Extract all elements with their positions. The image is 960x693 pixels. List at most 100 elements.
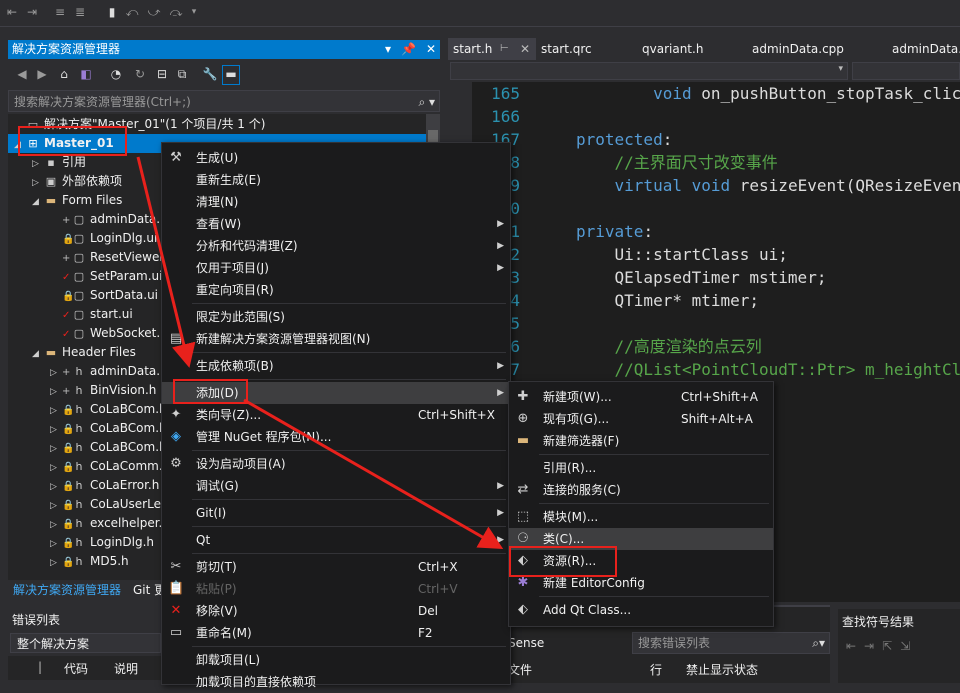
find-nav-icons[interactable]: ⇤⇥⇱⇲ [846, 639, 918, 653]
tab-start-qrc[interactable]: start.qrc [541, 38, 592, 60]
menu-item[interactable]: 重新生成(E) [162, 169, 510, 191]
menu-item[interactable]: ✦ 类向导(Z)... Ctrl+Shift+X [162, 404, 510, 426]
menu-item[interactable]: ▭ 重命名(M) F2 [162, 622, 510, 644]
expand-arrow-icon[interactable]: ▷ [50, 554, 62, 573]
tree-item[interactable]: ▷ ▣ 外部依赖项 [8, 172, 122, 191]
solution-search-input[interactable]: 搜索解决方案资源管理器(Ctrl+;) ⌕ ▾ [8, 90, 440, 112]
tab-start-h[interactable]: start.h ⊢ ✕ [448, 38, 536, 60]
tree-item[interactable]: ▷ 🔒h CoLaBCom.h [8, 400, 167, 419]
member-dropdown[interactable] [852, 62, 960, 80]
tree-item[interactable]: ▷ + h adminData.h [8, 362, 168, 381]
menu-item[interactable]: 加载项目的直接依赖项 [162, 671, 510, 693]
tree-item[interactable]: ▷ 🔒h LoginDlg.h [8, 533, 154, 552]
tree-item[interactable]: ▷ ▪ 引用 [8, 153, 86, 172]
code-line[interactable]: QTimer* mtimer; [576, 289, 760, 312]
menu-item[interactable]: 添加(D) ▶ [162, 382, 510, 404]
close-icon[interactable]: ✕ [426, 40, 436, 59]
window-position-icon[interactable]: ▾ [385, 40, 391, 59]
menu-item[interactable]: 重定向项目(R) [162, 279, 510, 301]
code-line[interactable]: QElapsedTimer mstimer; [576, 266, 827, 289]
comment-icon[interactable]: ≡ [52, 4, 68, 20]
tab-solution-explorer[interactable]: 解决方案资源管理器 [8, 580, 126, 600]
tab-admindata-cpp[interactable]: adminData.cpp [752, 38, 844, 60]
tree-item[interactable]: + ▢ adminData.ui [8, 210, 171, 229]
column-suppression[interactable]: 禁止显示状态 [686, 661, 758, 678]
code-line[interactable]: //主界面尺寸改变事件 [576, 151, 778, 174]
menu-item[interactable]: ✱ 新建 EditorConfig [509, 572, 773, 594]
pending-changes-icon[interactable]: ◔ [108, 66, 124, 82]
forward-icon[interactable]: ▶ [34, 66, 50, 82]
tab-admindata-h[interactable]: adminData.h [892, 38, 960, 60]
tree-item[interactable]: ✓ ▢ SetParam.ui [8, 267, 163, 286]
scope-dropdown[interactable]: ▾ [450, 62, 848, 80]
column-code[interactable]: 代码 [64, 660, 88, 677]
tree-item[interactable]: 🔒▢ SortData.ui [8, 286, 158, 305]
menu-item[interactable]: ✚ 新建项(W)... Ctrl+Shift+A [509, 386, 773, 408]
error-scope-select[interactable]: 整个解决方案 [10, 633, 161, 653]
tree-item[interactable]: 🔒▢ LoginDlg.ui [8, 229, 157, 248]
prev-bookmark-icon[interactable]: ⤺ [124, 4, 140, 20]
back-icon[interactable]: ◀ [14, 66, 30, 82]
menu-item[interactable]: 调试(G) ▶ [162, 475, 510, 497]
menu-item[interactable]: ⚙ 设为启动项目(A) [162, 453, 510, 475]
code-line[interactable]: //QList<PointCloudT::Ptr> m_heightCloud; [576, 358, 960, 381]
tree-item[interactable]: ◢ ▬ Header Files [8, 343, 136, 362]
code-line[interactable]: private: [576, 220, 653, 243]
uncomment-icon[interactable]: ≣ [72, 4, 88, 20]
tree-item[interactable]: ▷ 🔒h CoLaError.h [8, 476, 159, 495]
collapse-all-icon[interactable]: ⊟ [154, 66, 170, 82]
menu-item[interactable]: ⚒ 生成(U) [162, 147, 510, 169]
tab-qvariant-h[interactable]: qvariant.h [642, 38, 703, 60]
menu-item[interactable]: ⬖ 资源(R)... [509, 550, 773, 572]
tree-item[interactable]: ✓ ▢ start.ui [8, 305, 133, 324]
tree-item[interactable]: ◢ ▬ Form Files [8, 191, 122, 210]
tree-item[interactable]: ▷ 🔒h CoLaBCom.h [8, 438, 167, 457]
menu-item[interactable]: ▤ 新建解决方案资源管理器视图(N) [162, 328, 510, 350]
menu-item[interactable]: Git(I) ▶ [162, 502, 510, 524]
code-line[interactable]: //高度渲染的点云列 [576, 335, 762, 358]
menu-item[interactable]: ⚆ 类(C)... [509, 528, 773, 550]
clear-bookmarks-icon[interactable]: ⤼ [168, 4, 184, 20]
show-all-files-icon[interactable]: ⧉ [174, 66, 190, 82]
menu-item[interactable]: ◈ 管理 NuGet 程序包(N)... [162, 426, 510, 448]
menu-item[interactable]: ✕ 移除(V) Del [162, 600, 510, 622]
menu-item[interactable]: ⇄ 连接的服务(C) [509, 479, 773, 501]
search-icon[interactable]: ⌕ ▾ [418, 91, 435, 113]
menu-item[interactable]: 生成依赖项(B) ▶ [162, 355, 510, 377]
menu-item[interactable]: ✂ 剪切(T) Ctrl+X [162, 556, 510, 578]
menu-item[interactable]: 限定为此范围(S) [162, 306, 510, 328]
home-icon[interactable]: ⌂ [56, 66, 72, 82]
menu-item[interactable]: 📋 粘贴(P) Ctrl+V [162, 578, 510, 600]
bookmark-icon[interactable]: ▮ [104, 4, 120, 20]
menu-item[interactable]: ⬚ 模块(M)... [509, 506, 773, 528]
menu-item[interactable]: 仅用于项目(J) ▶ [162, 257, 510, 279]
tree-item[interactable]: + ▢ ResetViewer.ui [8, 248, 178, 267]
menu-item[interactable]: ⬖ Add Qt Class... [509, 599, 773, 621]
properties-icon[interactable]: 🔧 [202, 66, 218, 82]
code-line[interactable]: Ui::startClass ui; [576, 243, 788, 266]
menu-item[interactable]: 清理(N) [162, 191, 510, 213]
tree-item[interactable]: ✓ ▢ WebSocket.ui [8, 324, 171, 343]
tree-item[interactable]: ▷ 🔒h MD5.h [8, 552, 129, 571]
preview-icon[interactable]: ▬ [222, 65, 240, 85]
next-bookmark-icon[interactable]: ⤻ [146, 4, 162, 20]
build-scope-select[interactable]: Sense [500, 632, 620, 654]
menu-item[interactable]: 查看(W) ▶ [162, 213, 510, 235]
menu-item[interactable]: 卸载项目(L) [162, 649, 510, 671]
tree-item[interactable]: ▷ 🔒h excelhelper.h [8, 514, 170, 533]
pin-icon[interactable]: 📌 [401, 40, 416, 59]
menu-item[interactable]: ▬ 新建筛选器(F) [509, 430, 773, 452]
align-left-icon[interactable]: ⇤ [4, 4, 20, 20]
column-line[interactable]: 行 [650, 661, 662, 678]
pin-icon[interactable]: ⊢ [500, 38, 509, 60]
sync-icon[interactable]: ↻ [132, 66, 148, 82]
tree-item[interactable]: ▷ 🔒h CoLaBCom.h [8, 419, 167, 438]
code-line[interactable]: void on_pushButton_stopTask_clicked(); [576, 82, 960, 105]
switch-view-icon[interactable]: ◧ [78, 66, 94, 82]
menu-item[interactable]: 引用(R)... [509, 457, 773, 479]
code-line[interactable]: protected: [576, 128, 672, 151]
close-icon[interactable]: ✕ [520, 38, 530, 60]
tree-item[interactable]: ▷ 🔒h CoLaUserLe.h [8, 495, 172, 514]
column-description[interactable]: 说明 [114, 660, 138, 677]
menu-item[interactable]: 分析和代码清理(Z) ▶ [162, 235, 510, 257]
